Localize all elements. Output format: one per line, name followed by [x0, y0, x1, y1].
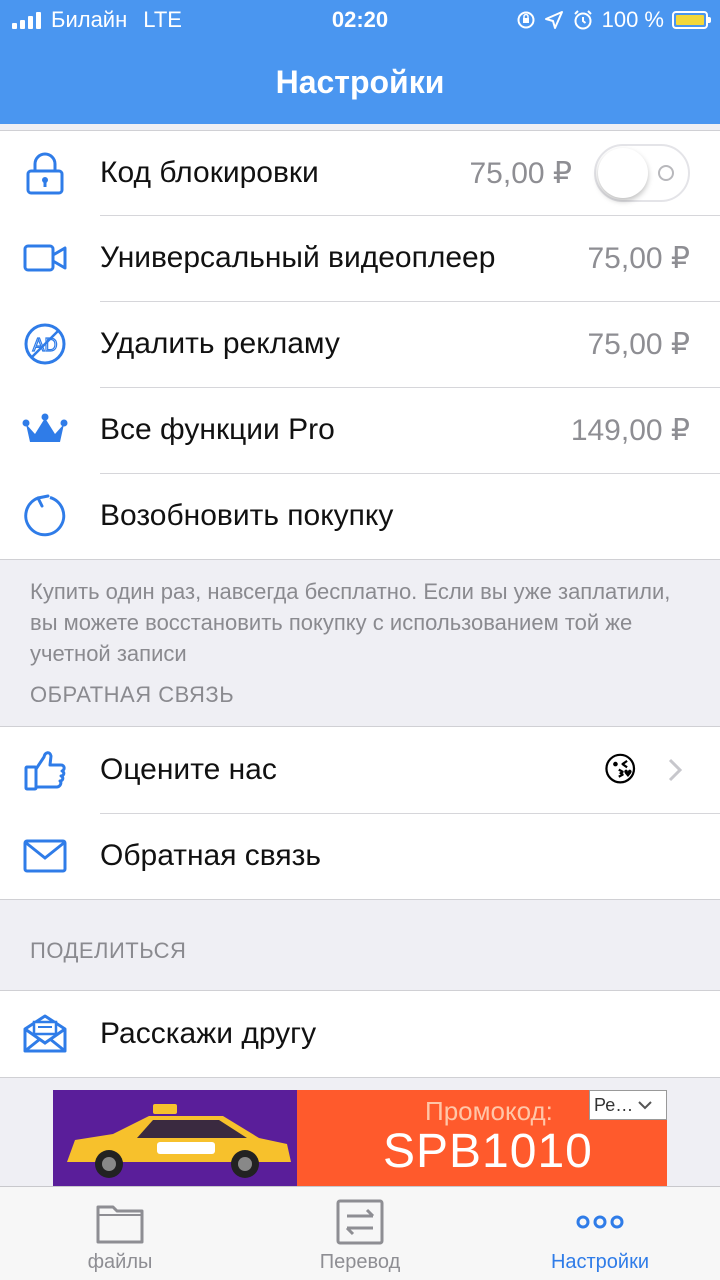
- purchases-group: Код блокировки 75,00 ₽ Универсальный вид…: [0, 130, 720, 560]
- tab-files[interactable]: файлы: [0, 1187, 240, 1280]
- purchase-label: Все функции Pro: [100, 413, 335, 446]
- battery-percent: 100 %: [601, 7, 664, 32]
- share-mail-icon: [0, 991, 100, 1077]
- purchase-row-remove-ads[interactable]: AD Удалить рекламу 75,00 ₽: [0, 301, 720, 387]
- lock-code-toggle[interactable]: [594, 144, 690, 202]
- crown-icon: [0, 387, 100, 473]
- tell-friend-label: Расскажи другу: [100, 1017, 317, 1050]
- rate-us-label: Оцените нас: [100, 753, 277, 786]
- alarm-icon: [573, 10, 592, 30]
- tab-label: Настройки: [550, 1251, 650, 1273]
- page-title: Настройки: [275, 63, 445, 100]
- settings-list[interactable]: Код блокировки 75,00 ₽ Универсальный вид…: [0, 124, 720, 1186]
- lock-icon: [0, 130, 100, 216]
- tab-settings[interactable]: Настройки: [480, 1187, 720, 1280]
- status-right: 100 %: [516, 0, 711, 40]
- navigation-bar: Настройки: [0, 40, 720, 124]
- more-dots-icon: [575, 1193, 625, 1251]
- purchase-row-pro[interactable]: Все функции Pro 149,00 ₽: [0, 387, 720, 473]
- share-group: Расскажи другу: [0, 990, 720, 1078]
- purchase-price: 75,00 ₽: [469, 156, 573, 190]
- location-arrow-icon: [544, 11, 563, 29]
- ad-promo-label: Промокод:: [425, 1096, 553, 1126]
- thumbs-up-icon: [0, 727, 100, 813]
- ad-banner[interactable]: Промокод: SPB1010 Ре…: [53, 1090, 667, 1186]
- chevron-down-icon: [638, 1101, 652, 1110]
- transfer-icon: [335, 1193, 385, 1251]
- feedback-group: Оцените нас 😘 Обратная связь: [0, 726, 720, 900]
- rate-us-row[interactable]: Оцените нас 😘: [0, 727, 720, 813]
- feedback-label: Обратная связь: [100, 839, 322, 872]
- folder-icon: [95, 1193, 145, 1251]
- ad-select-text: Ре…: [594, 1094, 634, 1115]
- svg-text:AD: AD: [32, 335, 57, 355]
- kiss-emoji: 😘: [602, 751, 638, 789]
- no-ads-icon: AD: [0, 301, 100, 387]
- tab-label: Перевод: [319, 1251, 401, 1273]
- purchase-label: Универсальный видеоплеер: [100, 241, 496, 274]
- ad-car-panel: [53, 1090, 301, 1186]
- purchase-price: 75,00 ₽: [587, 241, 691, 275]
- share-section-header: ПОДЕЛИТЬСЯ: [30, 938, 187, 963]
- purchase-label: Код блокировки: [100, 156, 319, 189]
- feedback-row[interactable]: Обратная связь: [0, 813, 720, 899]
- restore-purchase-row[interactable]: Возобновить покупку: [0, 473, 720, 559]
- tab-label: файлы: [87, 1251, 153, 1273]
- tell-friend-row[interactable]: Расскажи другу: [0, 991, 720, 1077]
- purchase-row-video-player[interactable]: Универсальный видеоплеер 75,00 ₽: [0, 215, 720, 301]
- feedback-section-header: ОБРАТНАЯ СВЯЗЬ: [30, 682, 235, 707]
- toggle-off-indicator: [658, 165, 674, 181]
- video-camera-icon: [0, 215, 100, 301]
- envelope-icon: [0, 813, 100, 899]
- purchase-price: 149,00 ₽: [570, 413, 690, 447]
- purchase-label: Возобновить покупку: [100, 499, 394, 532]
- battery-icon: [672, 11, 711, 29]
- rotation-lock-icon: [517, 11, 535, 29]
- toggle-knob: [598, 148, 648, 198]
- taxi-car-image: [53, 1090, 301, 1186]
- restore-icon: [0, 473, 100, 559]
- ad-options-select[interactable]: Ре…: [589, 1090, 667, 1120]
- purchase-label: Удалить рекламу: [100, 327, 340, 360]
- tab-transfer[interactable]: Перевод: [240, 1187, 480, 1280]
- purchase-price: 75,00 ₽: [587, 327, 691, 361]
- tab-bar: файлы Перевод Настройки: [0, 1186, 720, 1280]
- ad-promo-code: SPB1010: [383, 1125, 593, 1178]
- status-bar: Билайн LTE 02:20 100 %: [0, 0, 720, 40]
- purchase-note: Купить один раз, навсегда бесплатно. Есл…: [30, 579, 671, 666]
- chevron-right-icon: [658, 753, 692, 787]
- purchase-row-lock[interactable]: Код блокировки 75,00 ₽: [0, 131, 720, 215]
